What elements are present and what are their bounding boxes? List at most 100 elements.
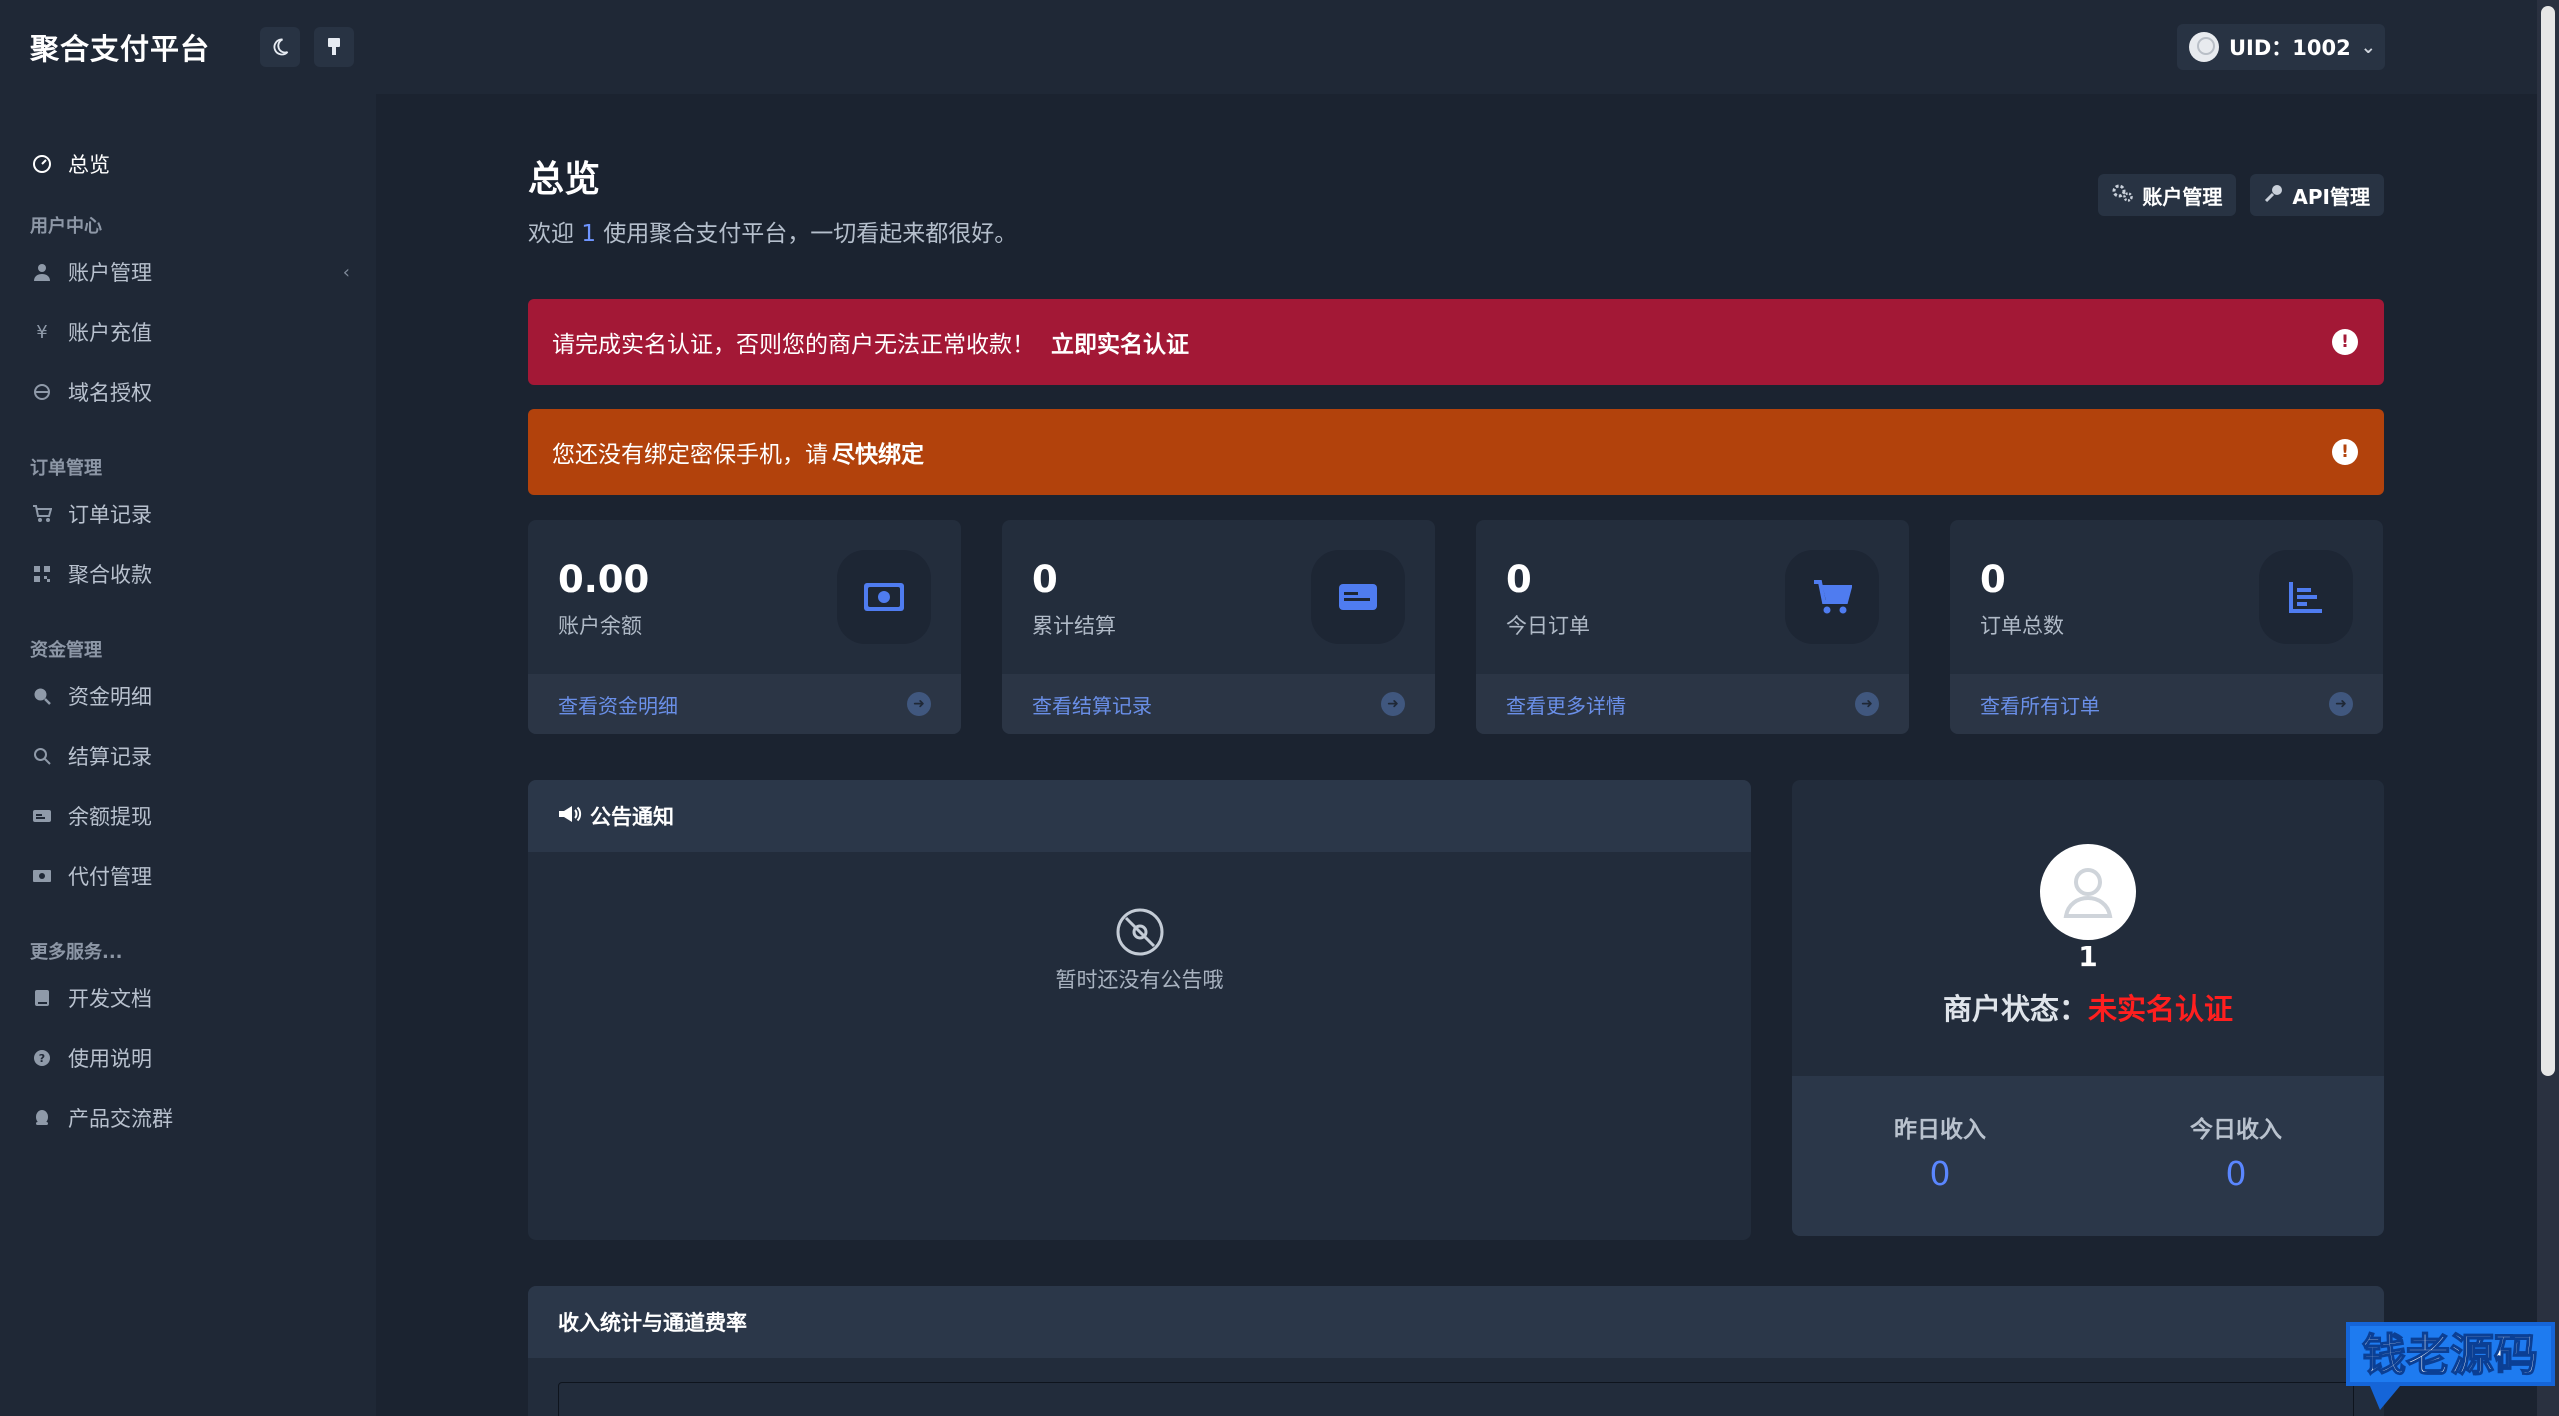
sidebar-item-label: 余额提现 [68,805,152,829]
stat-card-total-orders: 0 订单总数 查看所有订单 ➜ [1950,520,2383,734]
today-income-value: 0 [2225,1154,2247,1193]
stat-link-all-orders[interactable]: 查看所有订单 ➜ [1950,674,2383,734]
watermark-logo: 钱老源码 [2340,1318,2559,1416]
top-header: UID：1002 ⌄ [376,0,2559,94]
merchant-status-value: 未实名认证 [2088,992,2234,1026]
stat-link-fund-details[interactable]: 查看资金明细 ➜ [528,674,961,734]
sidebar-item-order-records[interactable]: 订单记录 [0,484,376,544]
qrcode-icon [30,562,54,586]
stat-value: 0 [1980,558,2006,601]
merchant-status: 商户状态：未实名认证 [1792,986,2384,1028]
page-scrollbar[interactable] [2537,0,2559,1416]
scrollbar-thumb[interactable] [2541,6,2555,1076]
sidebar-item-fund-details[interactable]: 资金明细 [0,666,376,726]
sidebar-item-label: 结算记录 [68,745,152,769]
stat-value: 0 [1506,558,1532,601]
sidebar-item-account[interactable]: 账户管理 ‹ [0,242,376,302]
sidebar-item-label: 域名授权 [68,381,152,405]
stat-label: 账户余额 [558,614,642,638]
sidebar-item-domain[interactable]: 域名授权 [0,362,376,422]
exclamation-icon: ! [2332,329,2358,355]
yesterday-income-value: 0 [1929,1154,1951,1193]
today-income-label: 今日收入 [2190,1117,2282,1143]
arrow-circle-right-icon: ➜ [1381,692,1405,716]
stat-label: 今日订单 [1506,614,1590,638]
stat-card-balance: 0.00 账户余额 查看资金明细 ➜ [528,520,961,734]
money-bill-icon [30,864,54,888]
notice-empty-state: 暂时还没有公告哦 [528,906,1751,994]
stat-link-label: 查看所有订单 [1980,693,2100,718]
user-menu-dropdown[interactable]: UID：1002 ⌄ [2177,24,2385,70]
today-income: 今日收入 0 [2088,1076,2384,1236]
stat-card-today-orders: 0 今日订单 查看更多详情 ➜ [1476,520,1909,734]
avatar [2189,32,2219,62]
moon-icon [273,38,289,56]
pin-icon [328,38,341,55]
realname-verify-link[interactable]: 立即实名认证 [1051,325,1189,359]
arrow-circle-right-icon: ➜ [2329,692,2353,716]
stat-link-settlement-records[interactable]: 查看结算记录 ➜ [1002,674,1435,734]
disc-slash-icon [1114,906,1166,958]
dashboard-icon [30,152,54,176]
pin-sidebar-button[interactable] [314,27,355,67]
brand-title[interactable]: 聚合支付平台 [30,26,210,68]
sidebar: 聚合支付平台 总览 用户中心 账户管理 ‹ ¥ 账户充值 域名授权 订单管理 订… [0,0,376,1416]
sidebar-item-usage-guide[interactable]: ? 使用说明 [0,1028,376,1088]
cogs-icon [2112,183,2134,208]
nav-heading-user-center: 用户中心 [30,216,102,237]
sidebar-item-label: 资金明细 [68,685,152,709]
notice-empty-text: 暂时还没有公告哦 [1055,968,1224,992]
sidebar-item-label: 账户管理 [68,261,152,285]
income-rate-panel: 收入统计与通道费率 [528,1286,2384,1416]
search-icon [30,744,54,768]
stat-label: 订单总数 [1980,614,2064,638]
nav-heading-orders: 订单管理 [30,458,102,479]
stat-card-settled: 0 累计结算 查看结算记录 ➜ [1002,520,1435,734]
sidebar-item-label: 总览 [68,153,110,177]
id-card-icon [30,804,54,828]
sidebar-item-dev-docs[interactable]: 开发文档 [0,968,376,1028]
notice-panel: 公告通知 暂时还没有公告哦 [528,780,1751,1240]
yesterday-income-label: 昨日收入 [1894,1117,1986,1143]
account-management-button[interactable]: 账户管理 [2098,174,2237,216]
sidebar-item-label: 使用说明 [68,1047,152,1071]
sidebar-item-aggregate-collect[interactable]: 聚合收款 [0,544,376,604]
avatar [2040,844,2136,940]
dark-mode-toggle[interactable] [260,27,301,67]
account-management-label: 账户管理 [2142,184,2223,209]
svg-text:钱老源码: 钱老源码 [2362,1330,2538,1381]
nav-heading-funds: 资金管理 [30,640,102,661]
stat-link-more-details[interactable]: 查看更多详情 ➜ [1476,674,1909,734]
sidebar-nav: 总览 用户中心 账户管理 ‹ ¥ 账户充值 域名授权 订单管理 订单记录 聚合收… [0,94,376,1148]
sidebar-item-label: 账户充值 [68,321,152,345]
realname-alert-text: 请完成实名认证，否则您的商户无法正常收款！ [552,332,1035,358]
stat-link-label: 查看资金明细 [558,693,678,718]
brand-bar: 聚合支付平台 [0,0,376,94]
sidebar-item-label: 订单记录 [68,503,152,527]
sidebar-item-label: 代付管理 [68,865,152,889]
welcome-text: 欢迎 1 使用聚合支付平台，一切看起来都很好。 [528,214,2384,248]
card-icon [1311,550,1405,644]
sidebar-item-recharge[interactable]: ¥ 账户充值 [0,302,376,362]
nav-heading-more: 更多服务... [30,942,123,963]
income-rate-title: 收入统计与通道费率 [558,1311,747,1335]
sidebar-item-community[interactable]: 产品交流群 [0,1088,376,1148]
sidebar-item-withdraw[interactable]: 余额提现 [0,786,376,846]
sidebar-item-overview[interactable]: 总览 [0,134,376,194]
header-actions: 账户管理 API管理 [2098,174,2384,216]
phone-bind-link[interactable]: 尽快绑定 [832,435,924,469]
cart-icon [30,502,54,526]
qq-penguin-icon [30,1106,54,1130]
yen-icon: ¥ [36,321,48,343]
chevron-left-icon: ‹ [342,261,350,283]
cart-icon [1785,550,1879,644]
svg-text:?: ? [39,1052,45,1065]
key-icon [2264,183,2284,208]
sidebar-item-payout[interactable]: 代付管理 [0,846,376,906]
phone-bind-alert: 您还没有绑定密保手机，请 尽快绑定 ! [528,409,2384,495]
arrow-circle-right-icon: ➜ [907,692,931,716]
sidebar-item-settlement-records[interactable]: 结算记录 [0,726,376,786]
welcome-suffix: 使用聚合支付平台，一切看起来都很好。 [603,221,1018,247]
api-management-button[interactable]: API管理 [2250,174,2384,216]
chevron-down-icon: ⌄ [2360,36,2376,58]
